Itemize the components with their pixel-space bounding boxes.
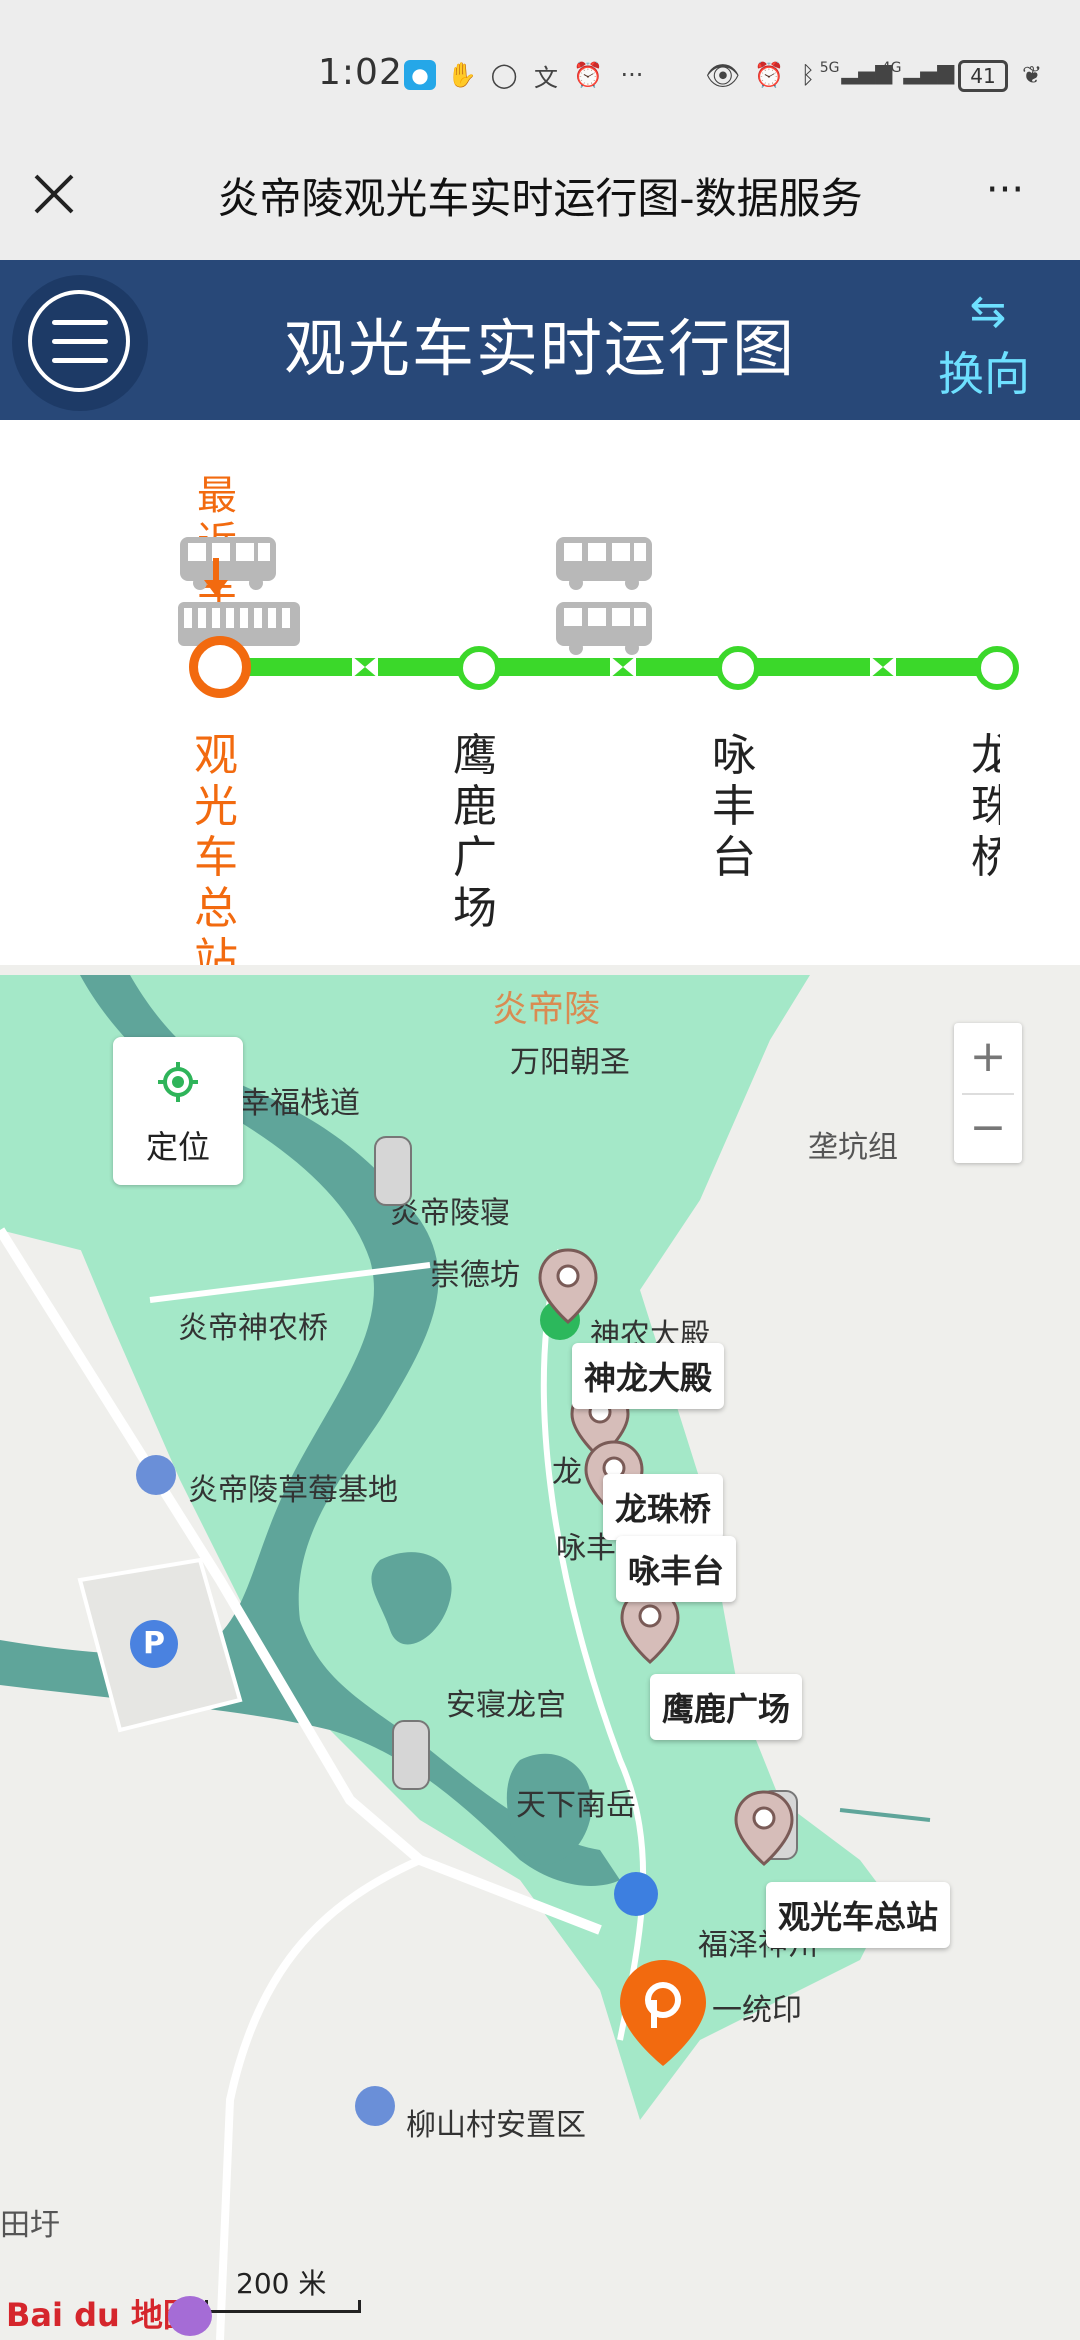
route-panel	[0, 420, 1080, 965]
map-label: 幸福栈道	[240, 1086, 360, 1121]
map-label: 垄坑组	[808, 1130, 898, 1165]
header-title: 观光车实时运行图	[283, 312, 796, 385]
map-scale-bar	[205, 2300, 361, 2313]
switch-direction-icon[interactable]: ⇆	[960, 288, 1016, 338]
stop-label[interactable]: 龙珠桥	[968, 730, 1000, 880]
status-time: 1:02	[318, 52, 403, 93]
direction-arrow-icon	[870, 656, 896, 678]
stop-label[interactable]: 咏丰台	[709, 730, 759, 883]
zoom-out-button[interactable]: −	[954, 1094, 1022, 1164]
translate-icon: 文	[534, 63, 558, 92]
map-label: 一统印	[712, 1993, 802, 2028]
signal-4g-icon: 4G ▂▄▆	[881, 60, 955, 85]
close-icon	[34, 174, 74, 214]
chat-icon: ◯	[490, 61, 518, 89]
stop-pin-icon[interactable]	[538, 1248, 598, 1324]
service-poi-icon	[614, 1872, 658, 1916]
more-options-button[interactable]: ···	[975, 170, 1035, 210]
stop-label-clip: 龙珠桥	[960, 720, 1000, 880]
bus-icon	[180, 537, 276, 590]
stop-callout[interactable]: 咏丰台	[616, 1536, 737, 1602]
map-label: 安寝龙宫	[446, 1688, 566, 1723]
leaf-icon: ❦	[1021, 61, 1043, 89]
shop-icon[interactable]	[168, 2296, 212, 2336]
car-marker-icon[interactable]	[392, 1720, 430, 1790]
menu-icon-line	[52, 339, 108, 344]
search-app-icon: ●	[404, 60, 436, 90]
alarm-icon: ⏰	[573, 61, 603, 89]
current-location-pin-icon[interactable]	[618, 1958, 708, 2068]
page-title: 炎帝陵观光车实时运行图-数据服务	[217, 174, 863, 223]
stop-callout[interactable]: 神龙大殿	[572, 1343, 725, 1409]
stop-pin-icon[interactable]	[734, 1790, 794, 1866]
map-label: 天下南岳	[516, 1788, 636, 1823]
bluetooth-icon: ᛒ	[800, 61, 816, 89]
map-label: 田圩	[0, 2208, 60, 2243]
stop-callout[interactable]: 龙珠桥	[603, 1474, 724, 1540]
nearest-arrow-icon	[204, 558, 228, 596]
building-poi-icon	[136, 1455, 176, 1495]
direction-arrow-icon	[352, 656, 378, 678]
map-scale-label: 200 米	[236, 2267, 327, 2300]
eye-icon: 👁	[705, 58, 741, 92]
baidu-map-logo: Bai du 地图	[6, 2296, 195, 2334]
map-label: 炎帝神农桥	[178, 1311, 328, 1346]
bus-icon	[556, 602, 652, 655]
menu-icon-line	[52, 320, 108, 325]
stop-dot[interactable]	[975, 646, 1019, 690]
map-label: 万阳朝圣	[510, 1045, 630, 1080]
building-poi-icon	[355, 2086, 395, 2126]
locate-label: 定位	[145, 1128, 210, 1166]
signal-5g-icon: 5G ▂▄▆	[819, 60, 893, 85]
alarm-status-icon: ⏰	[754, 61, 784, 89]
battery-icon: 41	[958, 60, 1008, 92]
stop-callout[interactable]: 观光车总站	[766, 1882, 951, 1948]
stop-label-active[interactable]: 观光车总站	[191, 730, 241, 985]
map-label: 炎帝陵	[492, 989, 601, 1030]
more-notifications-icon: ···	[620, 61, 644, 89]
zoom-in-button[interactable]: +	[954, 1023, 1022, 1093]
stop-dot[interactable]	[716, 646, 760, 690]
stop-callout[interactable]: 鹰鹿广场	[650, 1674, 803, 1740]
locate-icon	[158, 1062, 198, 1102]
map-label: 柳山村安置区	[406, 2108, 586, 2143]
direction-arrow-icon	[610, 656, 636, 678]
car-marker-icon[interactable]	[374, 1136, 412, 1206]
close-button[interactable]	[28, 168, 80, 220]
bus-icon	[556, 537, 652, 590]
map-label: 炎帝陵草莓基地	[188, 1473, 398, 1508]
map-label: 崇德坊	[430, 1258, 520, 1293]
stop-dot[interactable]	[457, 646, 501, 690]
stop-label[interactable]: 鹰鹿广场	[450, 730, 500, 934]
hand-icon: ✋	[447, 61, 477, 89]
parking-icon: P	[130, 1620, 178, 1668]
menu-icon-line	[52, 358, 108, 363]
switch-direction-button[interactable]: 换向	[938, 338, 1030, 404]
stop-dot-active[interactable]	[189, 636, 251, 698]
